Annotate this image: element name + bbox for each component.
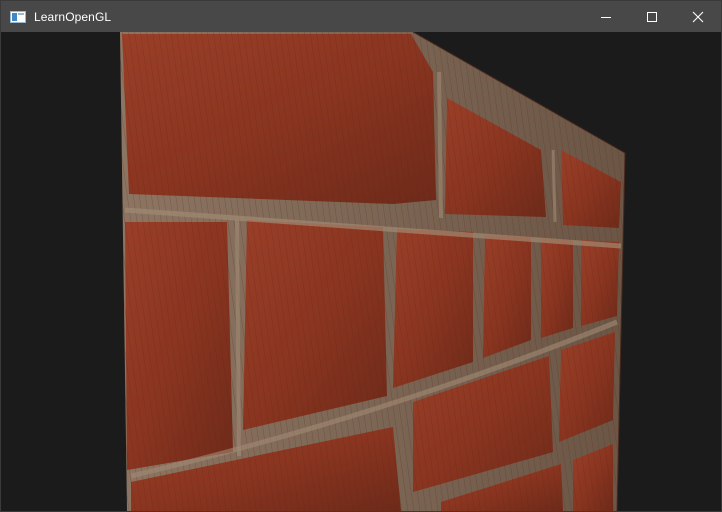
- brick-wall-render: [120, 32, 626, 511]
- opengl-viewport[interactable]: [1, 32, 721, 511]
- app-window: LearnOpenGL: [0, 0, 722, 512]
- title-bar[interactable]: LearnOpenGL: [1, 1, 721, 32]
- minimize-icon: [601, 16, 611, 18]
- minimize-button[interactable]: [583, 1, 629, 32]
- window-title: LearnOpenGL: [34, 9, 112, 24]
- maximize-button[interactable]: [629, 1, 675, 32]
- maximize-icon: [647, 11, 657, 22]
- close-icon: [692, 11, 704, 22]
- caption-buttons: [583, 1, 721, 32]
- close-button[interactable]: [675, 1, 721, 32]
- window-app-icon: [10, 10, 26, 23]
